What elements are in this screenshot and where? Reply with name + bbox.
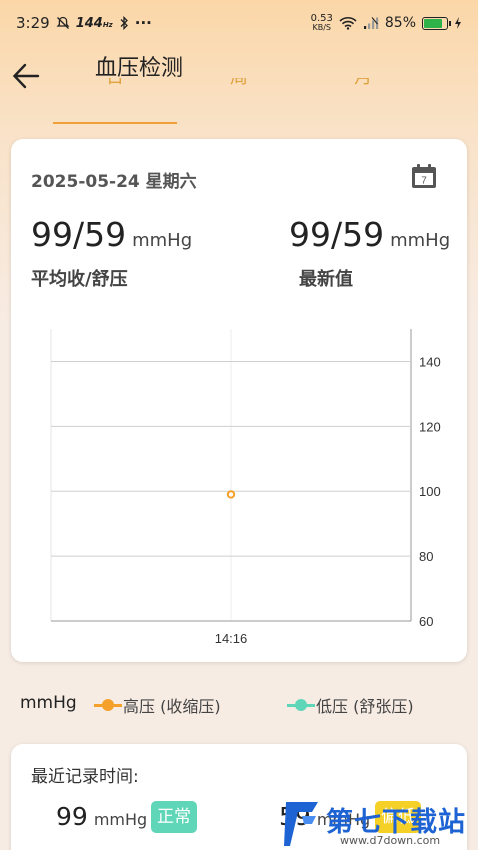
y-tick-label: 120: [419, 419, 441, 434]
mute-bell-icon: [56, 16, 70, 29]
status-left: 3:29 144Hz ···: [16, 14, 152, 32]
refresh-rate-value: 144: [75, 15, 103, 31]
calendar-day: 7: [421, 176, 427, 187]
refresh-rate-unit: Hz: [102, 20, 113, 29]
app-header: 血压检测 日 周 月: [0, 46, 478, 126]
selected-date: 2025-05-24 星期六: [31, 172, 197, 192]
legend-systolic: 高压 (收缩压): [94, 693, 221, 717]
battery-percent: 85%: [384, 15, 416, 31]
y-tick-label: 140: [419, 354, 441, 369]
status-time: 3:29: [16, 14, 50, 32]
recent-systolic-unit: mmHg: [93, 810, 148, 829]
more-notifications-icon: ···: [134, 14, 152, 32]
charging-icon: [455, 17, 461, 29]
y-tick-label: 80: [419, 549, 433, 564]
data-point-series-0: [226, 490, 236, 499]
status-bar: 3:29 144Hz ··· 0.53 KB/S 85%: [0, 0, 478, 46]
average-bp-label: 平均收/舒压: [31, 269, 128, 290]
watermark: 第七下载站 www.d7down.com: [282, 796, 478, 850]
net-speed-unit: KB/S: [312, 23, 331, 32]
tab-week-label: 周: [230, 78, 248, 88]
legend-unit: mmHg: [20, 693, 77, 713]
wifi-icon: [339, 17, 357, 30]
calendar-icon[interactable]: 7: [411, 163, 437, 189]
latest-bp-value: 99/59: [289, 215, 385, 254]
y-tick-label: 60: [419, 614, 433, 629]
tab-week[interactable]: 周: [177, 78, 301, 124]
recent-record-label: 最近记录时间:: [31, 767, 139, 787]
tab-month-label: 月: [354, 78, 372, 88]
refresh-rate: 144Hz: [76, 16, 113, 31]
watermark-url: www.d7down.com: [340, 834, 441, 847]
average-bp: 99/59 mmHg: [31, 215, 192, 254]
legend-systolic-label: 高压 (收缩压): [123, 697, 221, 716]
watermark-logo: [284, 802, 318, 846]
status-right: 0.53 KB/S 85%: [311, 14, 462, 32]
latest-bp: 99/59 mmHg: [289, 215, 450, 254]
battery-fill: [424, 18, 442, 28]
battery-icon: [422, 16, 451, 30]
period-tabs: 日 周 月: [0, 78, 478, 126]
latest-bp-label: 最新值: [299, 269, 353, 290]
legend-diastolic-label: 低压 (舒张压): [316, 697, 414, 716]
legend-diastolic: 低压 (舒张压): [287, 693, 414, 717]
legend-diastolic-marker: [287, 698, 315, 712]
tab-month[interactable]: 月: [301, 78, 425, 124]
bp-chart: 60 80 100 120 140 14:16: [50, 329, 441, 646]
recent-systolic-value: 99: [56, 802, 88, 831]
bluetooth-icon: [120, 16, 128, 30]
tab-day-label: 日: [106, 78, 124, 88]
average-bp-value: 99/59: [31, 215, 127, 254]
average-bp-unit: mmHg: [132, 230, 193, 251]
y-tick-label: 100: [419, 484, 441, 499]
legend-systolic-marker: [94, 698, 122, 712]
net-speed-value: 0.53: [310, 13, 333, 24]
chart-legend: mmHg 高压 (收缩压) 低压 (舒张压): [0, 688, 478, 718]
summary-card: 2025-05-24 星期六 7 99/59 mmHg 99/59 mmHg 平均收…: [11, 139, 467, 662]
x-tick-label: 14:16: [215, 631, 248, 646]
active-tab-indicator: [53, 122, 177, 124]
signal-icon: [363, 17, 379, 29]
status-badge-normal: 正常: [151, 801, 197, 833]
recent-systolic: 99 mmHg: [56, 802, 147, 831]
tab-day[interactable]: 日: [53, 78, 177, 124]
latest-bp-unit: mmHg: [390, 230, 451, 251]
net-speed: 0.53 KB/S: [310, 13, 333, 33]
